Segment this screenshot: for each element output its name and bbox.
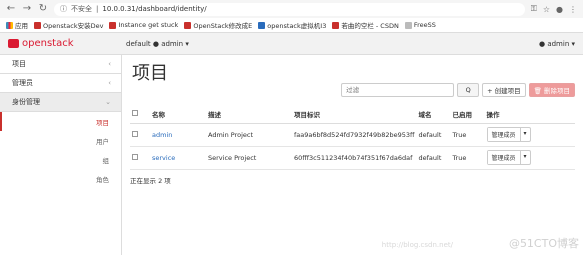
sidebar-item-projects[interactable]: 项目: [0, 112, 121, 131]
delete-projects-button[interactable]: 🗑 删除项目: [528, 83, 575, 97]
security-label: 不安全: [71, 5, 92, 13]
column-header-description[interactable]: 描述: [206, 105, 292, 124]
sidebar-section-project[interactable]: 项目 ‹: [0, 55, 121, 74]
watermark-brand: @51CTO博客: [508, 237, 579, 250]
main-content: 项目 Q + 创建项目 🗑 删除项目 名称 描述 项目标识 域名 已启用 操作: [122, 55, 583, 255]
chevron-left-icon: ‹: [108, 79, 111, 87]
table-row: admin Admin Project faa9a6bf8d524fd7932f…: [130, 123, 575, 147]
project-domain: default: [416, 123, 451, 147]
select-all-header[interactable]: [130, 105, 150, 124]
row-checkbox[interactable]: [132, 153, 138, 160]
table-header-row: 名称 描述 项目标识 域名 已启用 操作: [130, 105, 575, 124]
select-all-checkbox[interactable]: [132, 109, 138, 116]
row-action-group: 管理成员 ▾: [486, 127, 531, 142]
row-checkbox[interactable]: [132, 130, 138, 137]
project-id: faa9a6bf8d524fd7932f49b82be953ff: [292, 123, 417, 147]
csdn-icon: [34, 21, 41, 29]
bookmark-item[interactable]: openstack虚拟机I3: [258, 20, 326, 30]
caret-down-icon[interactable]: ▾: [519, 151, 530, 164]
bookmark-item[interactable]: Instance get stuck: [109, 21, 178, 29]
csdn-icon: [109, 21, 117, 29]
column-header-actions: 操作: [484, 105, 575, 124]
watermark-url: http://blog.csdn.net/: [381, 241, 453, 249]
key-icon[interactable]: ⚿: [531, 4, 537, 14]
project-description: Service Project: [206, 146, 292, 170]
brand-text: openstack: [22, 38, 74, 49]
project-name-link[interactable]: service: [152, 154, 175, 162]
column-header-id[interactable]: 项目标识: [292, 105, 417, 124]
project-id: 60fff3c511234f40b74f351f67da6daf: [292, 146, 417, 170]
wiki-icon: [258, 21, 266, 29]
page-title: 项目: [132, 63, 168, 84]
app-header: openstack default ● admin ▾ ● admin ▾: [0, 33, 583, 55]
sidebar-item-roles[interactable]: 角色: [0, 169, 121, 188]
sidebar-item-groups[interactable]: 组: [0, 150, 121, 169]
csdn-icon: [184, 21, 192, 29]
project-domain: default: [416, 146, 451, 170]
forward-icon[interactable]: →: [22, 4, 32, 14]
apps-icon: [6, 21, 13, 29]
project-enabled: True: [450, 146, 485, 170]
bookmark-item[interactable]: Openstack安装Dev: [34, 20, 103, 30]
manage-members-button[interactable]: 管理成员: [487, 151, 520, 164]
address-bar[interactable]: ⓘ 不安全 | 10.0.0.31/dashboard/identity/: [54, 2, 525, 16]
sidebar-section-admin[interactable]: 管理员 ‹: [0, 74, 121, 93]
filter-input[interactable]: [341, 83, 455, 97]
page-icon: [404, 21, 412, 29]
menu-icon[interactable]: ⋮: [569, 5, 577, 14]
bookmark-apps[interactable]: 应用: [6, 20, 28, 30]
sidebar-item-users[interactable]: 用户: [0, 131, 121, 150]
csdn-icon: [332, 21, 340, 29]
sidebar: 项目 ‹ 管理员 ‹ 身份管理 ⌄ 项目 用户 组 角色: [0, 55, 122, 255]
user-menu[interactable]: ● admin ▾: [539, 40, 575, 48]
sidebar-section-identity[interactable]: 身份管理 ⌄: [0, 93, 121, 112]
column-header-name[interactable]: 名称: [150, 105, 206, 124]
row-action-group: 管理成员 ▾: [486, 150, 531, 165]
bookmark-item[interactable]: 若曲的空栏 - CSDN: [332, 20, 399, 30]
chevron-down-icon: ⌄: [105, 98, 111, 106]
projects-table: 名称 描述 项目标识 域名 已启用 操作 admin Admin Project…: [130, 105, 575, 170]
browser-toolbar: ← → ↻ ⓘ 不安全 | 10.0.0.31/dashboard/identi…: [0, 0, 583, 18]
manage-members-button[interactable]: 管理成员: [487, 128, 520, 141]
openstack-logo[interactable]: openstack: [8, 38, 126, 49]
project-enabled: True: [450, 123, 485, 147]
info-icon[interactable]: ⓘ: [60, 4, 67, 14]
openstack-logo-icon: [8, 39, 19, 48]
column-header-domain[interactable]: 域名: [416, 105, 451, 124]
chevron-left-icon: ‹: [108, 60, 111, 68]
bookmark-item[interactable]: FreeSS: [404, 21, 436, 29]
column-header-enabled[interactable]: 已启用: [450, 105, 485, 124]
bookmark-item[interactable]: OpenStack修改成E: [184, 20, 252, 30]
reload-icon[interactable]: ↻: [38, 4, 48, 14]
table-toolbar: Q + 创建项目 🗑 删除项目: [130, 83, 575, 97]
project-selector[interactable]: default ● admin ▾: [126, 40, 189, 48]
item-count: 正在显示 2 项: [130, 176, 171, 185]
caret-down-icon[interactable]: ▾: [519, 128, 530, 141]
filter-button[interactable]: Q: [457, 83, 480, 97]
bookmarks-bar: 应用 Openstack安装Dev Instance get stuck Ope…: [0, 18, 583, 33]
project-description: Admin Project: [206, 123, 292, 147]
back-icon[interactable]: ←: [6, 4, 16, 14]
url-text[interactable]: 10.0.0.31/dashboard/identity/: [102, 5, 206, 13]
account-icon[interactable]: ●: [556, 5, 563, 14]
create-project-button[interactable]: + 创建项目: [482, 83, 526, 97]
search-icon: Q: [465, 86, 471, 94]
star-icon[interactable]: ☆: [543, 5, 550, 14]
project-name-link[interactable]: admin: [152, 131, 172, 139]
table-row: service Service Project 60fff3c511234f40…: [130, 146, 575, 170]
